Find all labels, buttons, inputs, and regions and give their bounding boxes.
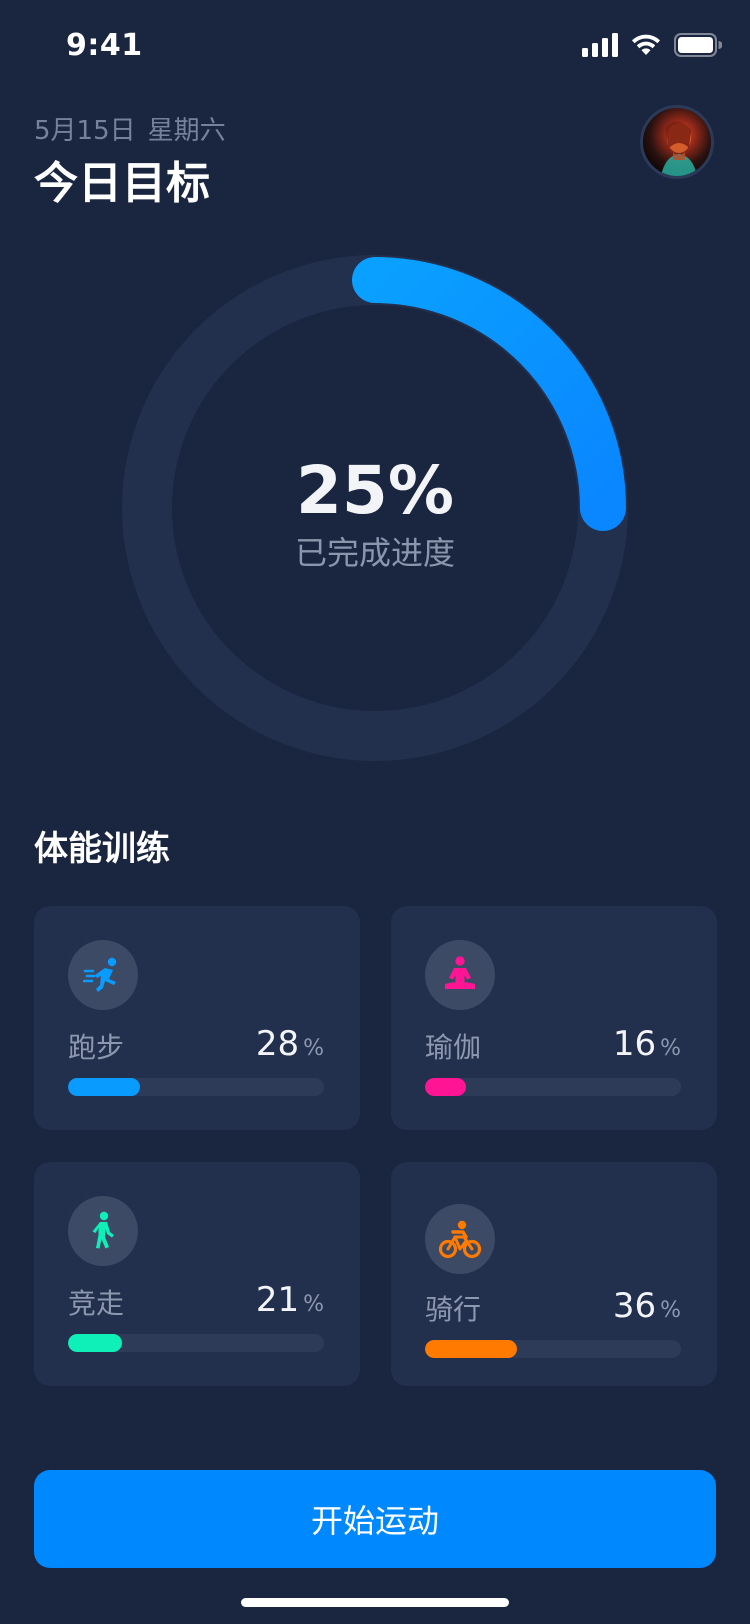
activity-card-yoga[interactable]: 瑜伽 16%: [391, 906, 717, 1130]
activity-card-walking[interactable]: 竞走 21%: [34, 1162, 360, 1386]
progress-ring: 25% 已完成进度: [112, 245, 638, 771]
activity-card-running[interactable]: 跑步 28%: [34, 906, 360, 1130]
progress-ring-center: 25% 已完成进度: [112, 245, 638, 771]
avatar-portrait: [661, 121, 697, 176]
battery-icon: [674, 33, 723, 61]
signal-icon: [582, 33, 618, 61]
activity-progress-fill: [68, 1334, 122, 1352]
percent-unit: %: [660, 1036, 681, 1061]
activity-progress-fill: [68, 1078, 140, 1096]
status-time: 9:41: [66, 28, 143, 63]
date-text: 5月15日: [34, 116, 136, 146]
start-workout-button[interactable]: 开始运动: [34, 1470, 716, 1568]
weekday-text: 星期六: [147, 116, 226, 146]
activity-progress-bar: [425, 1340, 681, 1358]
walking-icon: [68, 1196, 138, 1266]
section-title: 体能训练: [34, 829, 170, 869]
percent-unit: %: [303, 1292, 324, 1317]
activity-label: 瑜伽: [425, 1031, 482, 1064]
wifi-icon: [630, 33, 662, 61]
activity-progress-bar: [68, 1334, 324, 1352]
activity-label: 骑行: [425, 1293, 482, 1326]
activity-card-cycling[interactable]: 骑行 36%: [391, 1162, 717, 1386]
home-indicator[interactable]: [241, 1598, 509, 1607]
activity-percent: 21: [255, 1280, 300, 1320]
activity-progress-fill: [425, 1078, 466, 1096]
activity-progress-bar: [425, 1078, 681, 1096]
status-bar: 9:41: [0, 0, 750, 90]
activity-progress-bar: [68, 1078, 324, 1096]
activity-value: 16%: [613, 1024, 681, 1070]
activity-percent: 36: [612, 1286, 657, 1326]
activity-value: 36%: [613, 1286, 681, 1332]
percent-unit: %: [660, 1298, 681, 1323]
activity-percent: 16: [612, 1024, 657, 1064]
percent-unit: %: [303, 1036, 324, 1061]
activity-label: 跑步: [68, 1031, 125, 1064]
activity-progress-fill: [425, 1340, 518, 1358]
progress-percent: 25%: [296, 452, 454, 529]
activity-value: 21%: [256, 1280, 324, 1326]
date-label: 5月15日 星期六: [34, 110, 226, 147]
progress-caption: 已完成进度: [294, 534, 455, 572]
yoga-icon: [425, 940, 495, 1010]
running-icon: [68, 940, 138, 1010]
activity-label: 竞走: [68, 1287, 125, 1320]
activity-value: 28%: [256, 1024, 324, 1070]
avatar[interactable]: [640, 105, 714, 179]
activity-percent: 28: [255, 1024, 300, 1064]
status-icons: [582, 32, 723, 62]
cycling-icon: [425, 1204, 495, 1274]
page-title: 今日目标: [34, 158, 210, 209]
